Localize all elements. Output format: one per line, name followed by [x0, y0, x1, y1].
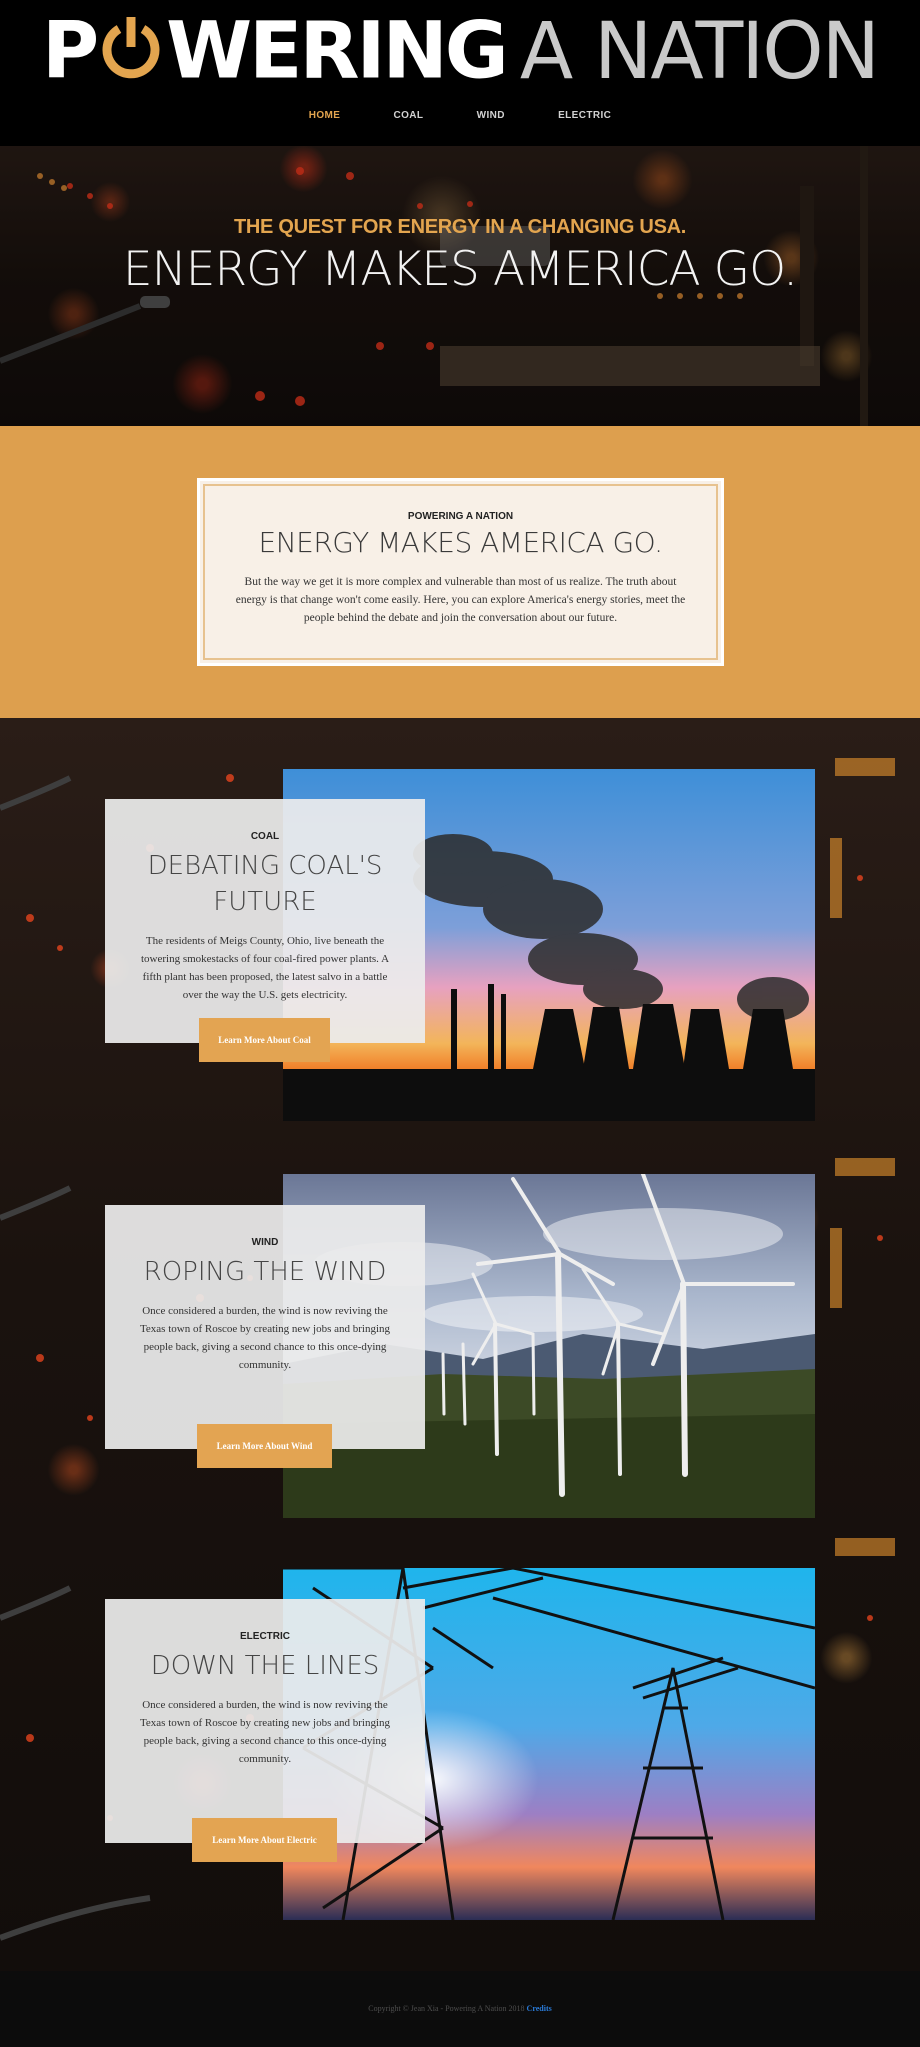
intro-title: ENERGY MAKES AMERICA GO. — [258, 526, 663, 559]
credits-link[interactable]: Credits — [527, 2004, 552, 2013]
intro-section: POWERING A NATION ENERGY MAKES AMERICA G… — [0, 426, 920, 718]
learn-more-coal-button[interactable]: Learn More About Coal — [199, 1018, 330, 1062]
electric-body: Once considered a burden, the wind is no… — [139, 1699, 391, 1765]
coal-title: DEBATING COAL'S FUTURE — [147, 851, 383, 917]
logo-letter-p: P — [41, 6, 99, 97]
main-nav: HOME COAL WIND ELECTRIC — [0, 110, 920, 121]
nav-coal[interactable]: COAL — [394, 110, 424, 121]
nav-wind[interactable]: WIND — [477, 110, 505, 121]
features-section: COAL DEBATING COAL'S FUTURE The resident… — [0, 718, 920, 1971]
hero-banner: THE QUEST FOR ENERGY IN A CHANGING USA. … — [0, 146, 920, 426]
electric-card: ELECTRIC DOWN THE LINES Once considered … — [105, 1599, 425, 1843]
site-header: P WERING A NATION HOME COAL WIND ELECTRIC — [0, 0, 920, 146]
coal-kicker: COAL — [250, 831, 280, 842]
wind-card: WIND ROPING THE WIND Once considered a b… — [105, 1205, 425, 1449]
learn-more-electric-button[interactable]: Learn More About Electric — [192, 1818, 337, 1862]
intro-body: But the way we get it is more complex an… — [235, 576, 686, 624]
coal-body: The residents of Meigs County, Ohio, liv… — [140, 935, 390, 1001]
logo-word-wering: WERING — [166, 6, 509, 97]
wind-body: Once considered a burden, the wind is no… — [139, 1305, 391, 1371]
wind-title: ROPING THE WIND — [143, 1257, 387, 1287]
site-footer: Copyright © Jean Xia - Powering A Nation… — [0, 1971, 920, 2047]
learn-more-wind-button[interactable]: Learn More About Wind — [197, 1424, 332, 1468]
nav-electric[interactable]: ELECTRIC — [558, 110, 611, 121]
hero-kicker: THE QUEST FOR ENERGY IN A CHANGING USA. — [233, 216, 687, 238]
electric-kicker: ELECTRIC — [240, 1631, 290, 1642]
electric-title: DOWN THE LINES — [150, 1651, 380, 1681]
intro-kicker: POWERING A NATION — [407, 511, 514, 522]
power-button-icon — [99, 16, 163, 80]
logo-word-a-nation: A NATION — [519, 6, 880, 97]
nav-home[interactable]: HOME — [309, 110, 341, 121]
intro-card: POWERING A NATION ENERGY MAKES AMERICA G… — [197, 478, 724, 666]
site-logo[interactable]: P WERING A NATION — [0, 6, 920, 97]
wind-kicker: WIND — [251, 1237, 279, 1248]
copyright-text: Copyright © Jean Xia - Powering A Nation… — [368, 2004, 525, 2013]
coal-card: COAL DEBATING COAL'S FUTURE The resident… — [105, 799, 425, 1043]
hero-title: ENERGY MAKES AMERICA GO. — [122, 242, 798, 297]
